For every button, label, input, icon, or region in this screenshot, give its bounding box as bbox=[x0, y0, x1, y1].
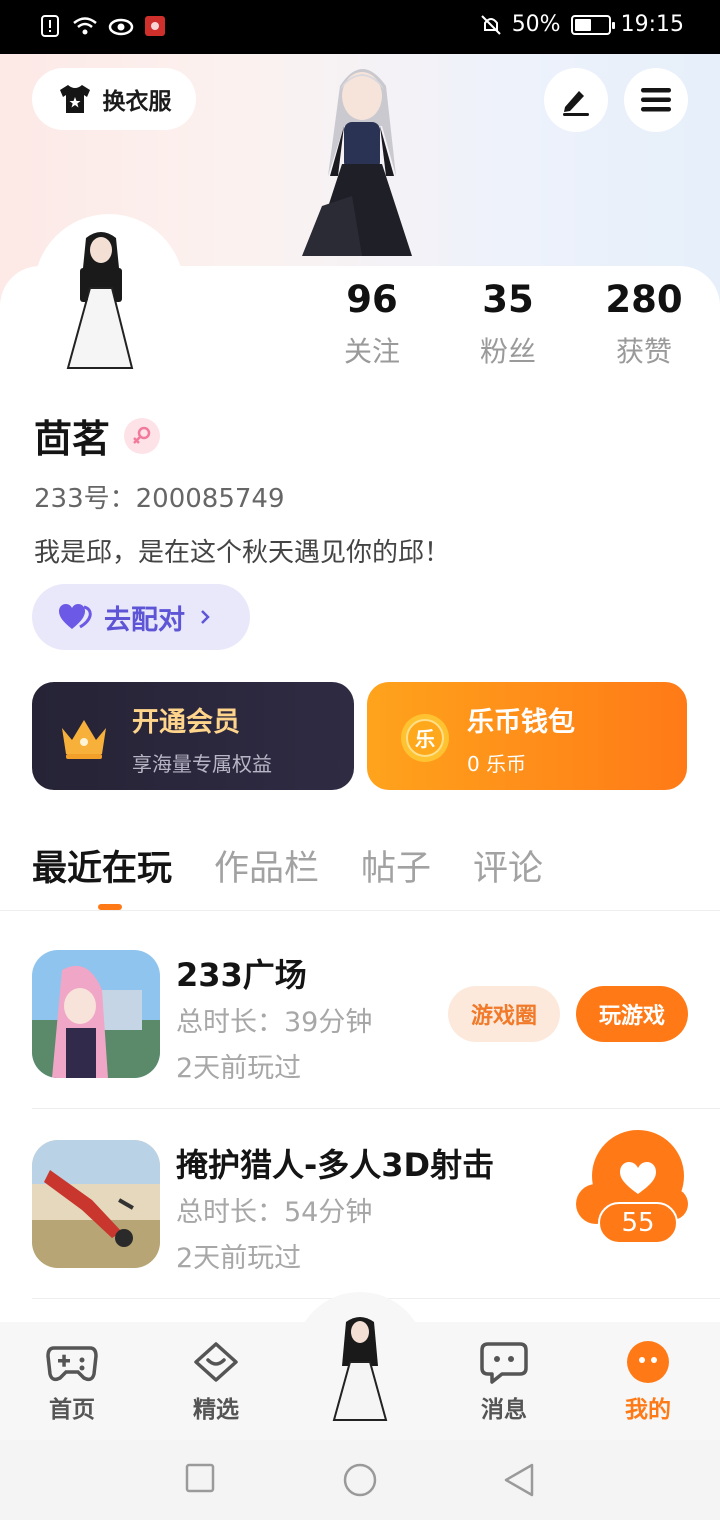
alert-icon bbox=[41, 15, 59, 37]
wallet-card[interactable]: 乐 乐币钱包 0 乐币 bbox=[367, 682, 687, 790]
tab-recently-played[interactable]: 最近在玩 bbox=[32, 840, 172, 891]
change-outfit-label: 换衣服 bbox=[102, 89, 172, 115]
pair-hearts-icon bbox=[59, 604, 92, 629]
status-right: 50% 19:15 bbox=[480, 12, 684, 37]
likes-count: 280 bbox=[605, 278, 683, 321]
game-title: 掩护猎人-多人3D射击 bbox=[176, 1146, 495, 1184]
female-icon bbox=[124, 417, 161, 454]
game-last-played: 2天前玩过 bbox=[176, 1243, 302, 1274]
nav-home-label: 首页 bbox=[49, 1397, 95, 1423]
likes-label: 获赞 bbox=[615, 335, 672, 368]
battery-level bbox=[574, 18, 591, 31]
game-duration: 总时长：39分钟 bbox=[176, 1007, 373, 1038]
status-left-icons bbox=[40, 14, 166, 38]
username: 茴茗 bbox=[34, 417, 111, 461]
change-outfit-button[interactable]: 换衣服 bbox=[32, 68, 196, 130]
game-duration: 总时长：54分钟 bbox=[176, 1197, 373, 1228]
wallet-balance: 0 乐币 bbox=[467, 752, 527, 776]
mute-icon bbox=[480, 14, 501, 35]
battery-percent: 50% bbox=[511, 12, 561, 37]
huawei-icon bbox=[145, 16, 165, 36]
go-pair-label: 去配对 bbox=[104, 604, 185, 636]
tab-works[interactable]: 作品栏 bbox=[214, 840, 319, 891]
gamepad-icon bbox=[46, 1346, 98, 1382]
game-icon-cover-hunter bbox=[32, 1140, 160, 1268]
system-navigation-bar bbox=[0, 1440, 720, 1520]
recent-apps-icon[interactable] bbox=[184, 1462, 216, 1494]
user-bio: 我是邱，是在这个秋天遇见你的邱！ bbox=[34, 538, 451, 568]
vip-subtitle: 享海量专属权益 bbox=[132, 752, 272, 776]
user-id: 233号：200085749 bbox=[34, 484, 285, 514]
nav-me[interactable]: 我的 bbox=[598, 1340, 698, 1424]
following-label: 关注 bbox=[343, 335, 400, 368]
fans-count: 35 bbox=[482, 278, 534, 321]
pen-icon bbox=[563, 91, 589, 116]
nav-messages[interactable]: 消息 bbox=[454, 1340, 554, 1424]
profile-tabs: 最近在玩 作品栏 帖子 评论 bbox=[32, 840, 543, 891]
nav-featured-label: 精选 bbox=[193, 1397, 239, 1423]
nav-messages-label: 消息 bbox=[481, 1397, 527, 1423]
like-count: 55 bbox=[598, 1202, 678, 1244]
stat-likes[interactable]: 280 获赞 bbox=[584, 278, 704, 370]
nav-avatar[interactable] bbox=[318, 1314, 402, 1424]
home-icon[interactable] bbox=[342, 1462, 378, 1498]
crown-icon bbox=[62, 720, 106, 759]
fans-label: 粉丝 bbox=[479, 335, 536, 368]
nav-me-label: 我的 bbox=[625, 1397, 671, 1423]
coin-icon: 乐 bbox=[401, 714, 449, 762]
profile-face-icon bbox=[627, 1341, 669, 1383]
battery-icon bbox=[570, 14, 615, 35]
tabs-divider bbox=[0, 910, 720, 911]
play-game-button[interactable]: 玩游戏 bbox=[576, 986, 688, 1042]
game-title: 233广场 bbox=[176, 956, 307, 994]
game-circle-button[interactable]: 游戏圈 bbox=[448, 986, 560, 1042]
game-last-played: 2天前玩过 bbox=[176, 1053, 302, 1084]
status-bar: 50% 19:15 bbox=[0, 0, 720, 54]
vip-title: 开通会员 bbox=[132, 707, 240, 738]
stat-fans[interactable]: 35 粉丝 bbox=[448, 278, 568, 370]
back-icon[interactable] bbox=[502, 1462, 536, 1498]
clock: 19:15 bbox=[620, 12, 684, 37]
message-icon bbox=[480, 1342, 528, 1384]
chevron-right-icon bbox=[201, 610, 210, 624]
following-count: 96 bbox=[346, 278, 398, 321]
tshirt-icon bbox=[59, 85, 90, 113]
heart-chat-icon bbox=[194, 1342, 238, 1382]
name-row: 茴茗 bbox=[34, 408, 161, 463]
game-row[interactable]: 233广场 总时长：39分钟 2天前玩过 游戏圈 玩游戏 bbox=[0, 950, 720, 1140]
vip-membership-card[interactable]: 开通会员 享海量专属权益 bbox=[32, 682, 354, 790]
edit-profile-button[interactable] bbox=[544, 68, 608, 132]
nav-featured[interactable]: 精选 bbox=[166, 1340, 266, 1424]
go-pair-button[interactable]: 去配对 bbox=[32, 584, 250, 650]
game-icon-233-plaza bbox=[32, 950, 160, 1078]
wallet-title: 乐币钱包 bbox=[467, 707, 575, 738]
coin-glyph: 乐 bbox=[415, 727, 435, 751]
menu-button[interactable] bbox=[624, 68, 688, 132]
wifi-icon bbox=[73, 17, 97, 35]
avatar-3d-figure[interactable] bbox=[282, 56, 442, 268]
row-divider bbox=[32, 1108, 720, 1109]
hamburger-icon bbox=[641, 88, 671, 112]
nav-home[interactable]: 首页 bbox=[22, 1340, 122, 1424]
avatar-thumbnail[interactable] bbox=[56, 228, 146, 374]
tab-posts[interactable]: 帖子 bbox=[361, 840, 431, 891]
eye-icon bbox=[108, 18, 134, 36]
tab-comments[interactable]: 评论 bbox=[473, 840, 543, 891]
stat-following[interactable]: 96 关注 bbox=[312, 278, 432, 370]
